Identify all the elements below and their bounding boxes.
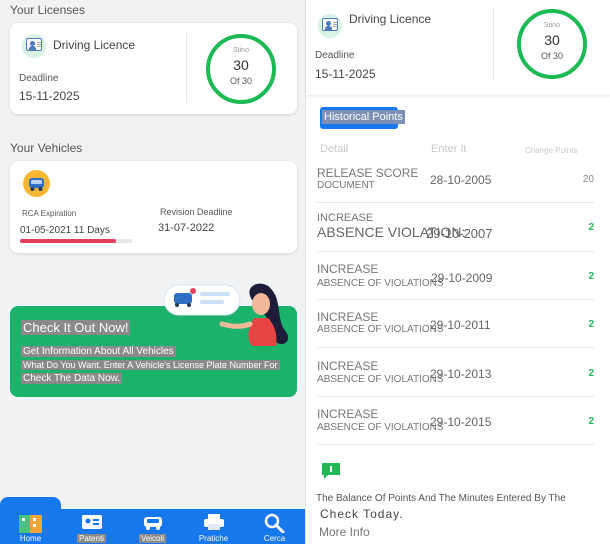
column-header-points: Change Points [525, 146, 578, 155]
more-info-link[interactable]: More Info [319, 525, 370, 539]
nav-pratiche-label: Pratiche [198, 534, 229, 543]
deadline-label: Deadline [315, 50, 355, 61]
license-card[interactable]: Driving Licence Deadline 15-11-2025 Stin… [10, 23, 297, 114]
card-divider [493, 8, 494, 80]
row-detail-line2: ABSENCE OF VIOLATIONS [317, 374, 444, 385]
info-text: The Balance Of Points And The Minutes En… [316, 493, 566, 504]
nav-patenti[interactable]: Patenti [61, 509, 122, 544]
row-detail-line2: DOCUMENT [317, 180, 375, 191]
search-icon [264, 513, 284, 533]
nav-home[interactable]: Home [0, 509, 61, 544]
rca-value: 01-05-2021 11 Days [20, 225, 110, 236]
printer-icon [203, 514, 224, 530]
row-date: 28-10-2005 [430, 173, 492, 187]
license-id-icon [22, 34, 46, 58]
nav-veicoli[interactable]: Veicoli [122, 509, 183, 544]
rca-progress-track [20, 239, 132, 243]
car-icon [23, 170, 50, 197]
nav-veicoli-label: Veicoli [138, 534, 167, 543]
nav-cerca-label: Cerca [263, 534, 286, 543]
row-divider [317, 299, 594, 300]
home-screen: Your Licenses Driving Licence Deadline 1… [0, 0, 305, 544]
row-divider [317, 396, 594, 397]
column-header-date: Enter It [431, 143, 467, 155]
deadline-value: 15-11-2025 [315, 67, 376, 81]
points-ring: Stino 30 Of 30 [206, 34, 276, 104]
row-divider [317, 251, 594, 252]
car-nav-icon [143, 517, 162, 530]
nav-home-label: Home [19, 534, 42, 543]
row-points: 2 [588, 319, 594, 330]
row-divider [317, 444, 594, 445]
card-divider [186, 33, 187, 103]
points-value: 30 [544, 32, 560, 48]
rca-progress-fill [20, 239, 117, 243]
deadline-value: 15-11-2025 [19, 89, 80, 103]
row-detail-line2: ABSENCE OF VIOLATIONS [317, 324, 444, 335]
row-detail-line2: ABSENCE OF VIOLATIONS [317, 278, 444, 289]
row-date: 29-10-2009 [431, 271, 493, 285]
row-divider [317, 347, 594, 348]
row-divider [317, 202, 594, 203]
vehicles-section-title: Your Vehicles [10, 141, 83, 155]
license-id-icon [318, 14, 342, 38]
license-title: Driving Licence [53, 38, 136, 52]
license-detail-card: Driving Licence Deadline 15-11-2025 Stin… [306, 0, 610, 95]
banner-line-3: Check The Data Now. [21, 373, 123, 384]
points-ring-label: Stino [233, 47, 249, 54]
row-points: 20 [582, 174, 594, 185]
vehicle-card[interactable]: RCA Expiration 01-05-2021 11 Days Revisi… [10, 161, 297, 253]
row-detail-line1: INCREASE [317, 212, 374, 224]
row-detail-line1: INCREASE [317, 359, 379, 373]
banner-title: Check It Out Now! [21, 320, 131, 335]
points-ring-label: Stino [544, 22, 560, 29]
home-grid-icon [18, 515, 42, 533]
row-points: 2 [588, 222, 594, 233]
woman-car-illustration [163, 280, 294, 400]
deadline-label: Deadline [19, 73, 59, 84]
row-detail-line1: INCREASE [317, 262, 379, 276]
points-value: 30 [233, 57, 249, 73]
row-points: 2 [588, 368, 594, 379]
revision-value: 31-07-2022 [158, 222, 215, 234]
row-detail-line1: RELEASE SCORE [317, 166, 419, 180]
row-points: 2 [588, 416, 594, 427]
info-icon [320, 461, 342, 481]
points-total: Of 30 [540, 51, 563, 61]
info-text-today: Check Today. [320, 507, 404, 521]
licenses-section-title: Your Licenses [10, 3, 85, 17]
row-points: 2 [588, 271, 594, 282]
row-detail-line1: INCREASE [317, 310, 379, 324]
column-header-detail: Detail [320, 143, 349, 155]
points-total: Of 30 [229, 76, 252, 86]
license-card-icon [81, 515, 102, 529]
bottom-navigation: Home Patenti Veicoli Pratiche Cerca [0, 509, 305, 544]
historical-points-label: Historical Points [322, 110, 405, 124]
points-ring: Stino 30 Of 30 [517, 9, 587, 79]
banner-line-1: Get Information About All Vehicles [21, 346, 176, 357]
row-date: 29-10-2015 [430, 415, 492, 429]
nav-patenti-label: Patenti [77, 534, 106, 543]
license-title: Driving Licence [349, 12, 432, 26]
rca-label: RCA Expiration [22, 209, 77, 218]
historical-points-button[interactable]: Historical Points [320, 107, 405, 129]
row-date: 29-10-2013 [430, 367, 492, 381]
nav-cerca[interactable]: Cerca [244, 509, 305, 544]
revision-label: Revision Deadline [160, 207, 233, 217]
row-date: 29-10-2007 [426, 226, 493, 241]
row-detail-line2: ABSENCE OF VIOLATIONS [317, 422, 444, 433]
nav-pratiche[interactable]: Pratiche [183, 509, 244, 544]
row-detail-line1: INCREASE [317, 407, 379, 421]
row-date: 29-10-2011 [430, 318, 491, 332]
